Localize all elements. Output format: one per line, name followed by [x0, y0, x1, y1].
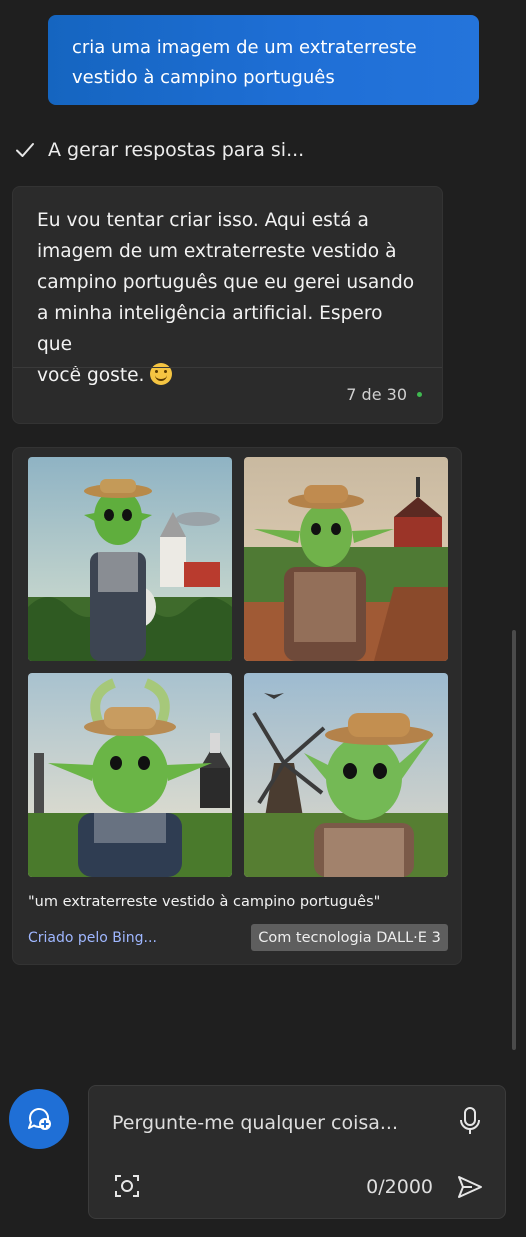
microphone-icon[interactable]	[457, 1106, 483, 1136]
alien-farmer-image-2	[244, 457, 448, 661]
response-counter: 7 de 30	[346, 385, 422, 404]
chat-input-placeholder[interactable]: Pergunte-me qualquer coisa...	[112, 1112, 398, 1134]
answer-line: campino português que eu gerei usando	[37, 272, 415, 293]
generation-status: A gerar respostas para si...	[14, 134, 304, 166]
alien-farmer-image-4	[244, 673, 448, 877]
new-topic-button[interactable]	[9, 1089, 69, 1149]
image-result-card: "um extraterreste vestido à campino port…	[12, 447, 462, 965]
user-message-line: vestido à campino português	[72, 67, 335, 88]
assistant-answer-card: Eu vou tentar criar isso. Aqui está a im…	[12, 186, 443, 424]
generated-image-1[interactable]	[28, 457, 232, 661]
user-message-line: cria uma imagem de um extraterreste	[72, 37, 417, 58]
image-caption: "um extraterreste vestido à campino port…	[28, 894, 381, 910]
new-topic-icon	[28, 1108, 51, 1130]
status-text: A gerar respostas para si...	[48, 139, 305, 161]
answer-line: a minha inteligência artificial. Espero …	[37, 303, 383, 355]
answer-line: você goste.	[37, 365, 145, 386]
scrollbar[interactable]	[512, 630, 516, 1050]
dalle-badge: Com tecnologia DALL·E 3	[251, 924, 448, 951]
generated-image-4[interactable]	[244, 673, 448, 877]
card-divider	[13, 367, 442, 368]
created-by-bing-link[interactable]: Criado pelo Bing...	[28, 930, 157, 946]
camera-icon[interactable]	[113, 1172, 141, 1200]
chat-input-box[interactable]: Pergunte-me qualquer coisa... 0/2000	[88, 1085, 506, 1219]
answer-line: Eu vou tentar criar isso. Aqui está a	[37, 210, 369, 231]
alien-farmer-image-1	[28, 457, 232, 661]
character-counter: 0/2000	[366, 1176, 433, 1198]
generated-image-2[interactable]	[244, 457, 448, 661]
checkmark-icon	[16, 143, 34, 157]
answer-line: imagem de um extraterreste vestido à	[37, 241, 397, 262]
counter-text: 7 de 30	[346, 385, 407, 404]
send-icon[interactable]	[455, 1172, 485, 1202]
generated-image-3[interactable]	[28, 673, 232, 877]
answer-text: Eu vou tentar criar isso. Aqui está a im…	[13, 187, 442, 391]
alien-farmer-image-3	[28, 673, 232, 877]
user-message-bubble: cria uma imagem de um extraterreste vest…	[48, 15, 479, 105]
status-dot-icon	[417, 392, 422, 397]
